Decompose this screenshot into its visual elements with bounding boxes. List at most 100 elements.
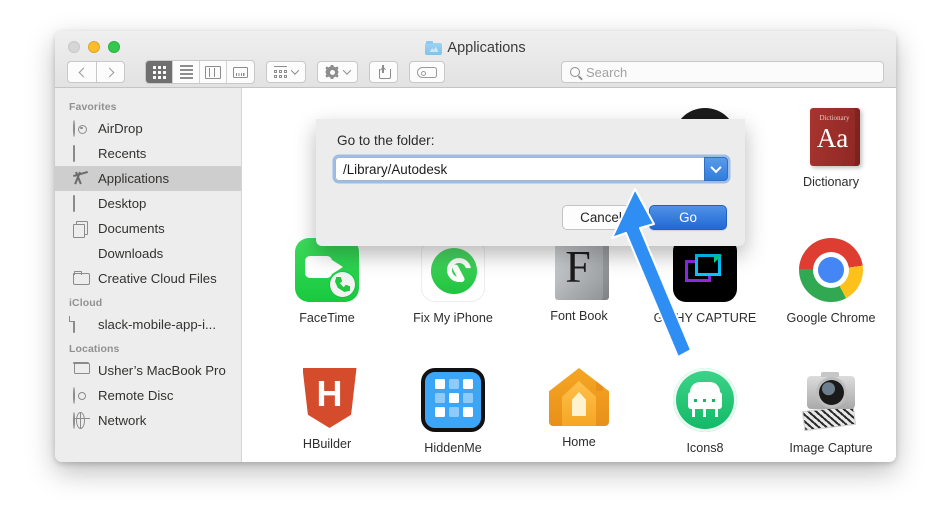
giphy-capture-icon <box>673 238 737 302</box>
gallery-icon <box>233 66 248 78</box>
sidebar-item-label: Documents <box>98 221 165 236</box>
home-icon <box>549 368 609 426</box>
sidebar-group-locations-label: Locations <box>69 343 120 355</box>
list-view-button[interactable] <box>173 61 200 83</box>
file-item-facetime[interactable]: FaceTime <box>264 234 390 350</box>
columns-icon <box>205 65 221 79</box>
arrange-icon <box>274 66 287 78</box>
fix-my-iphone-icon <box>421 238 485 302</box>
sidebar-group-favorites-label: Favorites <box>69 101 117 113</box>
file-item-icons8[interactable]: Icons8 <box>642 364 768 462</box>
path-history-dropdown-button[interactable] <box>704 157 728 181</box>
facetime-icon <box>295 238 359 302</box>
file-item-hiddenme[interactable]: HiddenMe <box>390 364 516 462</box>
desktop-icon <box>73 194 90 212</box>
chevron-right-icon <box>104 67 115 77</box>
column-view-button[interactable] <box>200 61 227 83</box>
folder-path-input[interactable]: /Library/Autodesk <box>335 157 704 181</box>
file-label: FaceTime <box>299 311 355 325</box>
sidebar-item-remote-disc[interactable]: Remote Disc <box>55 383 241 408</box>
sidebar-item-documents[interactable]: Documents <box>55 216 241 241</box>
sidebar-item-slack-mobile-app[interactable]: slack-mobile-app-i... <box>55 312 241 337</box>
icon-view-button[interactable] <box>146 61 173 83</box>
sidebar-item-network[interactable]: Network <box>55 408 241 433</box>
search-icon <box>570 67 580 77</box>
grid-icon <box>152 65 166 79</box>
go-button[interactable]: Go <box>649 205 727 230</box>
file-item-font-book[interactable]: Font Book <box>516 234 642 350</box>
sidebar-item-creative-cloud-files[interactable]: Creative Cloud Files <box>55 266 241 291</box>
file-label: HBuilder <box>302 437 352 451</box>
disc-icon <box>73 386 90 404</box>
view-mode-group <box>145 60 255 84</box>
cancel-button[interactable]: Cancel <box>562 205 640 230</box>
downloads-icon <box>73 246 90 262</box>
folder-path-field[interactable]: /Library/Autodesk <box>335 157 728 181</box>
network-icon <box>73 411 90 429</box>
hiddenme-icon <box>421 368 485 432</box>
chevron-left-icon <box>78 67 88 77</box>
file-label: Google Chrome <box>786 311 876 325</box>
sidebar-item-desktop[interactable]: Desktop <box>55 191 241 216</box>
gallery-view-button[interactable] <box>227 61 254 83</box>
window-title: Applications <box>55 40 896 56</box>
file-item-dictionary[interactable]: Dictionary Aa Dictionary <box>768 104 894 220</box>
font-book-icon <box>554 238 609 300</box>
file-item-fix-my-iphone[interactable]: Fix My iPhone <box>390 234 516 350</box>
hbuilder-icon <box>302 368 357 428</box>
file-item-home[interactable]: Home <box>516 364 642 462</box>
back-button[interactable] <box>67 61 96 83</box>
sidebar-item-label: Usher’s MacBook Pro <box>98 363 226 378</box>
dictionary-icon: Dictionary Aa <box>809 108 860 166</box>
sidebar-item-label: AirDrop <box>98 121 143 136</box>
chevron-down-icon <box>290 66 300 75</box>
sidebar-item-label: Remote Disc <box>98 388 174 403</box>
sidebar-item-airdrop[interactable]: AirDrop <box>55 116 241 141</box>
dialog-label: Go to the folder: <box>337 133 435 148</box>
share-icon <box>377 65 391 79</box>
toolbar: Search <box>55 57 896 87</box>
tags-button[interactable] <box>409 61 445 83</box>
file-label: Dictionary <box>803 175 859 189</box>
window-title-text: Applications <box>447 40 526 56</box>
window-titlebar: Applications Search <box>55 31 896 88</box>
screenshot-root: Applications Search Favorites AirDrop Re… <box>0 0 952 531</box>
nav-buttons <box>67 61 125 83</box>
applications-icon <box>73 171 90 187</box>
file-item-image-capture[interactable]: Image Capture <box>768 364 894 462</box>
action-gear-button[interactable] <box>317 61 358 83</box>
gear-icon <box>325 65 339 79</box>
sidebar-item-applications[interactable]: Applications <box>55 166 241 191</box>
sidebar: Favorites AirDrop Recents Applications D… <box>55 88 242 462</box>
blue-folder-icon <box>425 41 443 55</box>
chevron-down-icon <box>342 66 352 75</box>
finder-window: Applications Search Favorites AirDrop Re… <box>55 31 896 462</box>
documents-icon <box>73 221 90 237</box>
icons8-icon <box>673 368 737 432</box>
sidebar-item-label: Desktop <box>98 196 147 211</box>
sidebar-item-downloads[interactable]: Downloads <box>55 241 241 266</box>
sidebar-item-label: Downloads <box>98 246 164 261</box>
file-label: Home <box>562 435 596 449</box>
sidebar-item-label: Network <box>98 413 147 428</box>
sidebar-item-label: Creative Cloud Files <box>98 271 217 286</box>
file-icon <box>73 315 90 333</box>
share-button[interactable] <box>369 61 398 83</box>
file-label: HiddenMe <box>424 441 482 455</box>
forward-button[interactable] <box>96 61 125 83</box>
folder-icon <box>73 271 90 287</box>
file-item-hbuilder[interactable]: HBuilder <box>264 364 390 462</box>
search-field[interactable]: Search <box>561 61 884 83</box>
laptop-icon <box>73 363 90 379</box>
arrange-by-button[interactable] <box>266 61 306 83</box>
google-chrome-icon <box>799 238 863 302</box>
file-item-giphy-capture[interactable]: GIPHY CAPTURE <box>642 234 768 350</box>
go-to-folder-dialog: Go to the folder: /Library/Autodesk Canc… <box>316 119 745 246</box>
file-label: Font Book <box>550 309 608 323</box>
file-label: Image Capture <box>789 441 873 455</box>
sidebar-item-recents[interactable]: Recents <box>55 141 241 166</box>
sidebar-item-ushers-macbook-pro[interactable]: Usher’s MacBook Pro <box>55 358 241 383</box>
file-item-google-chrome[interactable]: Google Chrome <box>768 234 894 350</box>
dialog-buttons: Cancel Go <box>562 205 727 230</box>
file-label: Icons8 <box>686 441 724 455</box>
